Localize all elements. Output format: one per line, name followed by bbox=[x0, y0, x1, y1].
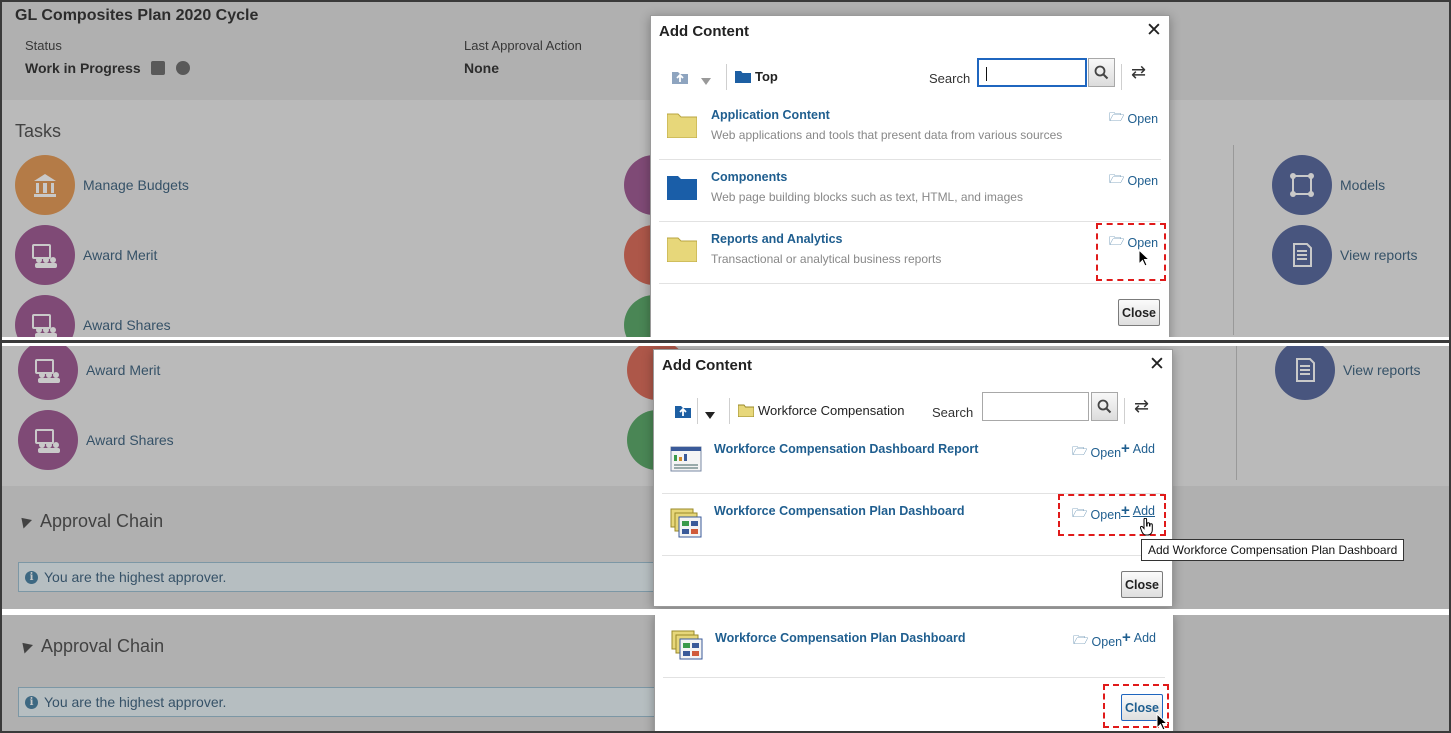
search-button[interactable] bbox=[1088, 58, 1115, 87]
screenshot-panel-3: Approval Chain i You are the highest appr… bbox=[0, 615, 1451, 733]
report-icon bbox=[670, 446, 702, 477]
chevron-down-icon[interactable] bbox=[705, 406, 715, 424]
list-item: Workforce Compensation Plan Dashboard 🗁 O… bbox=[663, 616, 1165, 678]
add-content-dialog: Workforce Compensation Plan Dashboard 🗁 O… bbox=[654, 615, 1174, 733]
breadcrumb[interactable]: Top bbox=[735, 69, 778, 84]
toolbar-divider bbox=[726, 64, 727, 90]
toolbar-divider bbox=[1124, 398, 1125, 424]
refresh-icon[interactable]: ⇄ bbox=[1134, 396, 1149, 417]
screenshot-panel-1: GL Composites Plan 2020 Cycle Status Wor… bbox=[0, 0, 1451, 337]
open-link[interactable]: 🗁 Open bbox=[1109, 170, 1158, 191]
highlight-box bbox=[1096, 223, 1166, 281]
breadcrumb-label: Workforce Compensation bbox=[758, 403, 905, 418]
plus-icon: + bbox=[1122, 629, 1131, 646]
item-title[interactable]: Reports and Analytics bbox=[711, 232, 843, 246]
item-title[interactable]: Application Content bbox=[711, 108, 830, 122]
search-button[interactable] bbox=[1091, 392, 1118, 421]
open-folder-icon: 🗁 bbox=[1109, 172, 1125, 186]
panel-separator-line bbox=[0, 340, 1451, 343]
close-button[interactable]: Close bbox=[1118, 299, 1160, 326]
search-label: Search bbox=[929, 71, 971, 86]
up-folder-icon[interactable] bbox=[674, 402, 692, 424]
breadcrumb-label: Top bbox=[755, 69, 778, 84]
hand-cursor-icon bbox=[1139, 517, 1154, 541]
screenshot-panel-2: Award Merit Award Shares View reports Ap… bbox=[0, 346, 1451, 609]
folder-icon bbox=[667, 174, 697, 205]
dashboard-icon bbox=[671, 630, 703, 665]
dialog-title: Add Content bbox=[659, 23, 749, 40]
search-input[interactable] bbox=[982, 392, 1089, 421]
dialog-title: Add Content bbox=[662, 357, 752, 374]
open-link[interactable]: 🗁 Open bbox=[1072, 442, 1121, 463]
search-icon bbox=[1097, 399, 1112, 414]
close-button[interactable]: Close bbox=[1121, 571, 1163, 598]
search-icon bbox=[1094, 65, 1109, 80]
toolbar-divider bbox=[1121, 64, 1122, 90]
item-title[interactable]: Workforce Compensation Plan Dashboard bbox=[714, 504, 965, 518]
up-folder-icon[interactable] bbox=[671, 68, 689, 90]
folder-icon bbox=[666, 236, 698, 267]
close-icon[interactable]: ✕ bbox=[1149, 355, 1165, 374]
list-item: Reports and Analytics Transactional or a… bbox=[659, 222, 1161, 284]
pointer-cursor-icon bbox=[1156, 712, 1169, 733]
item-description: Web page building blocks such as text, H… bbox=[711, 190, 1023, 204]
breadcrumb[interactable]: Workforce Compensation bbox=[738, 403, 904, 418]
search-input[interactable] bbox=[977, 58, 1087, 87]
open-folder-icon: 🗁 bbox=[1073, 633, 1089, 647]
add-content-dialog: Add Content ✕ Workforce Compensation Sea… bbox=[653, 349, 1173, 607]
add-link[interactable]: + Add bbox=[1121, 440, 1155, 457]
search-label: Search bbox=[932, 405, 974, 420]
refresh-icon[interactable]: ⇄ bbox=[1131, 62, 1146, 83]
toolbar-divider bbox=[729, 398, 730, 424]
pointer-cursor-icon bbox=[1138, 248, 1151, 272]
text-caret bbox=[986, 67, 987, 81]
dashboard-icon bbox=[670, 508, 702, 543]
item-title[interactable]: Workforce Compensation Plan Dashboard bbox=[715, 631, 966, 645]
chevron-down-icon[interactable] bbox=[701, 72, 711, 90]
list-item: Workforce Compensation Dashboard Report … bbox=[662, 432, 1164, 494]
tooltip: Add Workforce Compensation Plan Dashboar… bbox=[1141, 539, 1405, 561]
open-link[interactable]: 🗁 Open bbox=[1109, 108, 1158, 129]
close-icon[interactable]: ✕ bbox=[1146, 21, 1162, 40]
list-item: Components Web page building blocks such… bbox=[659, 160, 1161, 222]
folder-icon bbox=[666, 112, 698, 143]
plus-icon: + bbox=[1121, 440, 1130, 457]
item-title[interactable]: Workforce Compensation Dashboard Report bbox=[714, 442, 978, 456]
folder-icon bbox=[735, 71, 751, 83]
toolbar-divider bbox=[697, 398, 698, 424]
item-title[interactable]: Components bbox=[711, 170, 787, 184]
item-description: Transactional or analytical business rep… bbox=[711, 252, 942, 266]
add-content-dialog: Add Content ✕ Top Search ⇄ Application C… bbox=[650, 15, 1170, 337]
dialog-toolbar: Workforce Compensation Search ⇄ bbox=[654, 392, 1172, 432]
item-description: Web applications and tools that present … bbox=[711, 128, 1063, 142]
open-folder-icon: 🗁 bbox=[1072, 444, 1088, 458]
folder-icon bbox=[738, 404, 754, 417]
list-item: Application Content Web applications and… bbox=[659, 98, 1161, 160]
add-link[interactable]: + Add bbox=[1122, 629, 1156, 646]
open-link[interactable]: 🗁 Open bbox=[1073, 631, 1122, 652]
open-folder-icon: 🗁 bbox=[1109, 110, 1125, 124]
dialog-toolbar: Top Search ⇄ bbox=[651, 58, 1169, 98]
